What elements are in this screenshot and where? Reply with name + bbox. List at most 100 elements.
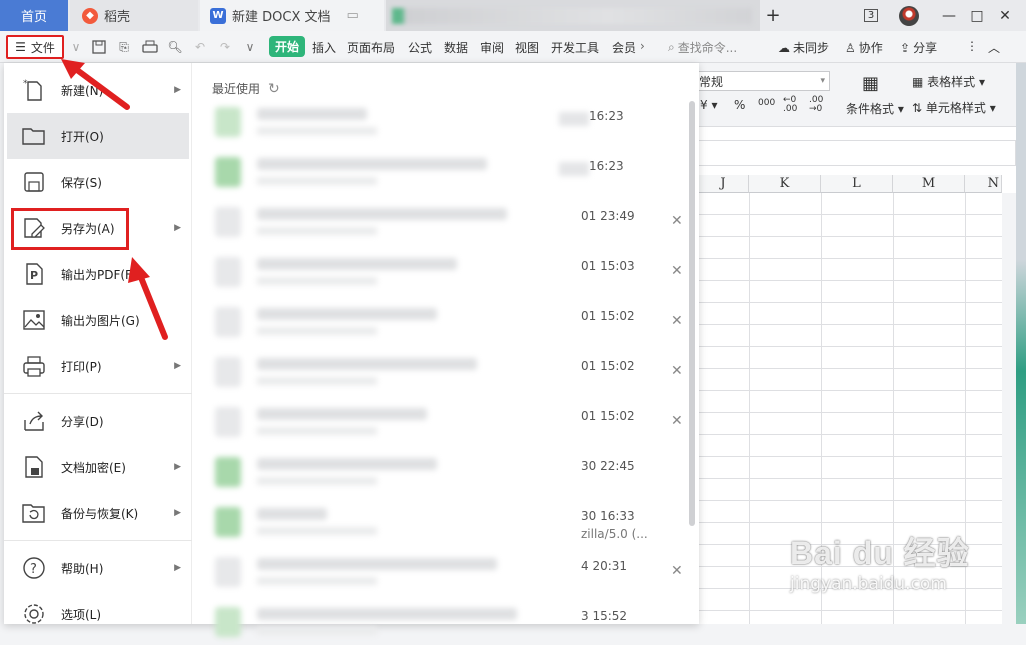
more-chevron-icon[interactable]: ∨ [241,38,259,56]
avatar[interactable] [896,0,922,31]
menu-item-print[interactable]: 打印(P) ▶ [7,343,189,389]
column-header[interactable]: J [698,175,749,193]
tab-view[interactable]: 视图 [515,39,539,56]
cloud-icon: ☁ [778,40,790,55]
submenu-arrow-icon: ▶ [174,361,181,371]
currency-icon[interactable]: ¥ ▾ [700,98,717,112]
menu-item-help[interactable]: ? 帮助(H) ▶ [7,545,189,591]
daoke-logo-icon: ◆ [82,7,98,24]
recent-file-row[interactable]: 01 15:03 ✕ [209,249,689,295]
tab-review[interactable]: 审阅 [480,39,504,56]
cell-style-button[interactable]: ⇅ 单元格样式 ▾ [912,99,996,116]
remove-recent-icon[interactable]: ✕ [671,563,683,579]
number-format-select[interactable]: 常规 ▾ [698,71,830,91]
menu-item-open[interactable]: 打开(O) [7,113,189,159]
recent-header: 最近使用 ↻ [212,80,280,97]
table-style-button[interactable]: ▦ 表格样式 ▾ [912,73,985,90]
export-icon[interactable]: ⎘ [115,38,133,56]
table-grid-icon[interactable]: ▦ [862,73,879,94]
decrease-decimal-icon[interactable]: .00 →0 [809,96,823,114]
menu-item-save[interactable]: 保存(S) [7,159,189,205]
tab-spreadsheet[interactable] [386,0,760,31]
image-icon [21,307,47,333]
remove-recent-icon[interactable]: ✕ [671,313,683,329]
panel-scrollbar[interactable] [689,101,695,526]
collapse-ribbon-icon[interactable]: ︿ [988,39,1000,56]
pdf-icon: P [21,261,47,287]
share-icon: ⇪ [900,40,911,55]
remove-recent-icon[interactable]: ✕ [671,213,683,229]
svg-text:P: P [30,269,38,282]
tab-data[interactable]: 数据 [444,39,468,56]
column-header[interactable]: L [821,175,893,193]
save-icon[interactable] [90,38,108,56]
recent-file-row[interactable]: 3 15:52 [209,599,689,645]
annotation-arrow [61,59,130,110]
tab-member[interactable]: 会员 [612,39,636,56]
recent-file-row[interactable]: 01 23:49 ✕ [209,199,689,245]
submenu-arrow-icon: ▶ [174,462,181,472]
tab-docx[interactable]: W 新建 DOCX 文档 ▭ [200,0,384,31]
tab-insert[interactable]: 插入 [312,39,336,56]
search-icon: ⌕ [668,40,675,54]
undo-icon[interactable]: ↶ [191,38,209,56]
chevron-down-icon[interactable]: ∨ [67,38,85,56]
minimize-button[interactable]: — [936,0,962,31]
percent-icon[interactable]: % [734,98,745,112]
tab-home[interactable]: 首页 [0,0,68,31]
close-window-button[interactable]: ✕ [992,0,1018,31]
chevron-right-icon[interactable]: › [640,39,645,53]
column-header[interactable]: K [749,175,821,193]
menu-item-share[interactable]: 分享(D) [7,398,189,444]
watermark-url: jingyan.baidu.com [790,574,947,594]
svg-text:?: ? [30,562,37,577]
recent-file-row[interactable]: 16:23 [209,149,689,195]
recent-file-row[interactable]: 01 15:02 ✕ [209,349,689,395]
redo-icon[interactable]: ↷ [216,38,234,56]
tab-developer[interactable]: 开发工具 [551,39,599,56]
print-icon[interactable] [141,38,159,56]
menu-item-encrypt[interactable]: 文档加密(E) ▶ [7,444,189,490]
watermark-brand: Bai du 经验 [790,535,970,571]
submenu-arrow-icon: ▶ [174,223,181,233]
highlight-save-as [11,208,129,250]
remove-recent-icon[interactable]: ✕ [671,263,683,279]
column-header[interactable]: M [893,175,965,193]
conditional-format-button[interactable]: 条件格式 ▾ [846,100,904,117]
toolbar: ☰ 文件 ∨ ⎘ 🔍︎ ↶ ↷ ∨ 开始 插入 页面布局 公式 数据 审阅 视图… [0,31,1026,63]
menu-divider [4,540,192,541]
thousands-icon[interactable]: 000 [758,98,775,108]
sync-button[interactable]: ☁ 未同步 [778,39,829,56]
maximize-button[interactable]: □ [964,0,990,31]
tab-page-layout[interactable]: 页面布局 [347,39,395,56]
collab-button[interactable]: ♙ 协作 [845,39,883,56]
refresh-icon[interactable]: ↻ [268,81,280,97]
column-header[interactable]: N [965,175,1002,193]
menu-item-options[interactable]: 选项(L) [7,591,189,637]
remove-recent-icon[interactable]: ✕ [671,363,683,379]
vertical-scrollbar[interactable] [1002,193,1016,624]
recent-file-row[interactable]: 01 15:02 ✕ [209,299,689,345]
window-icon: ▭ [346,8,359,23]
formula-bar[interactable] [698,140,1016,166]
new-file-icon: * [21,77,47,103]
menu-item-backup[interactable]: 备份与恢复(K) ▶ [7,490,189,536]
user-icon: ♙ [845,40,856,55]
recent-file-row[interactable]: 01 15:02 ✕ [209,399,689,445]
share-button[interactable]: ⇪ 分享 [900,39,937,56]
remove-recent-icon[interactable]: ✕ [671,413,683,429]
more-icon[interactable]: ⋮ [966,39,978,53]
tab-start[interactable]: 开始 [269,36,305,57]
search-command[interactable]: ⌕ 查找命令... [668,39,737,56]
tab-daoke[interactable]: ◆ 稻壳 [70,0,198,31]
recent-file-row[interactable]: 30 22:45 [209,449,689,495]
increase-decimal-icon[interactable]: ←0.00 [783,96,797,114]
badge-icon[interactable]: 3 [860,0,882,31]
folder-open-icon [21,123,47,149]
print-preview-icon[interactable]: 🔍︎ [166,38,184,56]
new-tab-button[interactable]: + [762,0,784,31]
recent-file-row[interactable]: 30 16:33 zilla/5.0 (... [209,499,689,545]
tab-formula[interactable]: 公式 [408,39,432,56]
recent-file-row[interactable]: 4 20:31 ✕ [209,549,689,595]
recent-file-row[interactable]: 16:23 [209,99,689,145]
